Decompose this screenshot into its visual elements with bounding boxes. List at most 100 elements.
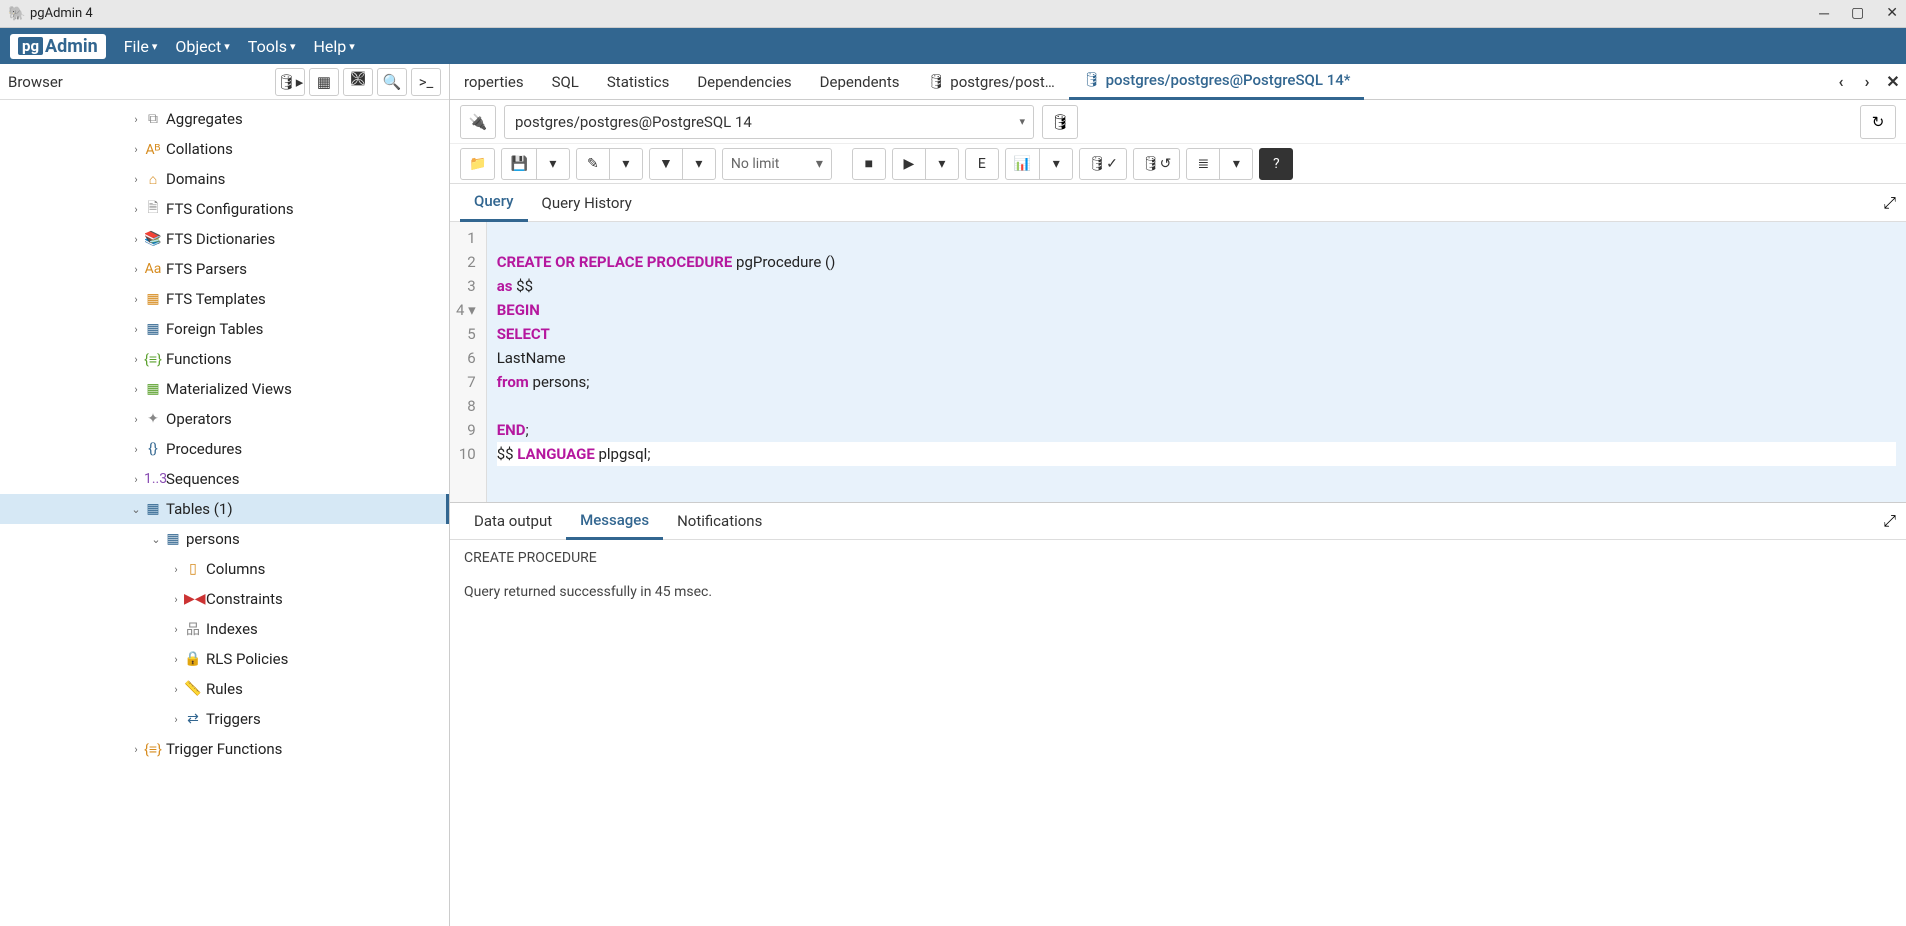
expand-icon[interactable]: ⤢ <box>1883 193 1896 213</box>
tab-query-history[interactable]: Query History <box>528 184 646 222</box>
main-tab[interactable]: roperties <box>450 64 538 100</box>
code-body[interactable]: CREATE OR REPLACE PROCEDURE pgProcedure … <box>487 222 1906 502</box>
reset-button[interactable]: ↻ <box>1860 105 1896 139</box>
tree-item[interactable]: ›{≡}Trigger Functions <box>0 734 449 764</box>
menu-file[interactable]: File▾ <box>124 37 158 56</box>
limit-select[interactable]: No limit▾ <box>722 148 832 180</box>
main-tab[interactable]: Dependents <box>806 64 914 100</box>
tree-chevron-icon: › <box>168 653 184 666</box>
query-toolbar: 📁 💾 ▾ ✎ ▾ ▼ ▾ No limit▾ ■ ▶ ▾ E 📊 <box>450 144 1906 184</box>
code-line[interactable]: LastName <box>497 346 1896 370</box>
filter-dropdown[interactable]: ▾ <box>682 148 716 180</box>
tree-node-icon: ▦ <box>144 321 162 337</box>
commit-button[interactable]: 🛢✓ <box>1079 148 1127 180</box>
tree-node-label: FTS Parsers <box>166 260 247 278</box>
menu-tools[interactable]: Tools▾ <box>248 37 296 56</box>
code-line[interactable]: END; <box>497 418 1896 442</box>
code-line[interactable]: CREATE OR REPLACE PROCEDURE pgProcedure … <box>497 250 1896 274</box>
rollback-button[interactable]: 🛢↺ <box>1133 148 1181 180</box>
tree-node-icon: ▦ <box>144 501 162 517</box>
main-tab[interactable]: 🛢postgres/postgres@PostgreSQL 14* <box>1069 64 1365 100</box>
tree-item[interactable]: ›▦FTS Templates <box>0 284 449 314</box>
tree-item[interactable]: ⌄▦Tables (1) <box>0 494 449 524</box>
tree-item[interactable]: ›📚FTS Dictionaries <box>0 224 449 254</box>
close-button[interactable]: ✕ <box>1886 5 1898 22</box>
main-tab[interactable]: Statistics <box>593 64 683 100</box>
grid-icon-button[interactable]: ▦ <box>309 68 339 96</box>
tree-item[interactable]: ›▦Foreign Tables <box>0 314 449 344</box>
tree-item[interactable]: ›{}Procedures <box>0 434 449 464</box>
tab-label: Dependencies <box>697 73 791 91</box>
tree-item[interactable]: ›⇄Triggers <box>0 704 449 734</box>
code-line[interactable]: BEGIN <box>497 298 1896 322</box>
connection-status-icon[interactable]: 🔌 <box>460 105 496 139</box>
open-file-button[interactable]: 📁 <box>460 148 495 180</box>
code-line[interactable]: as $$ <box>497 274 1896 298</box>
browser-title: Browser <box>8 73 271 91</box>
filter-button[interactable]: ▼ <box>649 148 683 180</box>
tab-prev-button[interactable]: ‹ <box>1828 72 1854 91</box>
menu-help[interactable]: Help▾ <box>314 37 355 56</box>
line-gutter: 1234 ▾5678910 <box>450 222 487 502</box>
tab-query[interactable]: Query <box>460 184 528 222</box>
tab-close-button[interactable]: ✕ <box>1880 72 1906 91</box>
save-button[interactable]: 💾 <box>501 148 536 180</box>
code-line[interactable]: SELECT <box>497 322 1896 346</box>
code-editor[interactable]: 1234 ▾5678910 CREATE OR REPLACE PROCEDUR… <box>450 222 1906 502</box>
maximize-button[interactable]: ▢ <box>1851 5 1864 22</box>
tree-item[interactable]: ›▯Columns <box>0 554 449 584</box>
edit-dropdown[interactable]: ▾ <box>609 148 643 180</box>
tab-label: roperties <box>464 73 524 91</box>
tree-item[interactable]: ›🔒RLS Policies <box>0 644 449 674</box>
search-button[interactable]: 🔍 <box>377 68 407 96</box>
code-line[interactable] <box>497 394 1896 418</box>
tree-chevron-icon: › <box>168 593 184 606</box>
macros-dropdown[interactable]: ▾ <box>1219 148 1253 180</box>
tree-item[interactable]: ›⧉Aggregates <box>0 104 449 134</box>
menu-object[interactable]: Object▾ <box>175 37 229 56</box>
code-line[interactable]: from persons; <box>497 370 1896 394</box>
db-icon-button[interactable]: 🛢▸ <box>275 68 305 96</box>
code-line[interactable] <box>497 226 1896 250</box>
tree-item[interactable]: ›⌂Domains <box>0 164 449 194</box>
chevron-down-icon: ▾ <box>224 40 230 53</box>
tree-item[interactable]: ›✦Operators <box>0 404 449 434</box>
macros-button[interactable]: ≣ <box>1186 148 1220 180</box>
stop-button[interactable]: ■ <box>852 148 886 180</box>
tree-item[interactable]: ›AaFTS Parsers <box>0 254 449 284</box>
tab-messages[interactable]: Messages <box>566 502 663 540</box>
tree-node-label: Aggregates <box>166 110 243 128</box>
main-tab[interactable]: 🛢postgres/post… <box>913 64 1068 100</box>
tree-item[interactable]: ›{≡}Functions <box>0 344 449 374</box>
terminal-button[interactable]: >_ <box>411 68 441 96</box>
edit-button[interactable]: ✎ <box>576 148 610 180</box>
execute-button[interactable]: ▶ <box>892 148 926 180</box>
expand-icon[interactable]: ⤢ <box>1883 511 1896 531</box>
object-tree[interactable]: ›⧉Aggregates›AᴮCollations›⌂Domains›🗎FTS … <box>0 100 449 926</box>
execute-dropdown[interactable]: ▾ <box>925 148 959 180</box>
main-tab[interactable]: Dependencies <box>683 64 805 100</box>
tree-item[interactable]: ›品Indexes <box>0 614 449 644</box>
new-connection-button[interactable]: 🛢 <box>1042 105 1078 139</box>
help-button[interactable]: ? <box>1259 148 1293 180</box>
tree-item[interactable]: ⌄▦persons <box>0 524 449 554</box>
tab-next-button[interactable]: › <box>1854 72 1880 91</box>
code-line[interactable]: $$ LANGUAGE plpgsql; <box>497 442 1896 466</box>
chevron-down-icon: ▾ <box>152 40 158 53</box>
analyze-button[interactable]: 📊 <box>1005 148 1040 180</box>
explain-button[interactable]: E <box>965 148 999 180</box>
main-tab[interactable]: SQL <box>538 64 593 100</box>
tab-data-output[interactable]: Data output <box>460 502 566 540</box>
tree-item[interactable]: ›▶◀Constraints <box>0 584 449 614</box>
connection-select[interactable]: postgres/postgres@PostgreSQL 14 ▾ <box>504 105 1034 139</box>
tree-item[interactable]: ›📏Rules <box>0 674 449 704</box>
tab-notifications[interactable]: Notifications <box>663 502 776 540</box>
analyze-dropdown[interactable]: ▾ <box>1039 148 1073 180</box>
funnel-icon-button[interactable]: 🙫 <box>343 68 373 96</box>
tree-item[interactable]: ›AᴮCollations <box>0 134 449 164</box>
tree-item[interactable]: ›▦Materialized Views <box>0 374 449 404</box>
minimize-button[interactable]: ─ <box>1819 5 1829 22</box>
tree-item[interactable]: ›🗎FTS Configurations <box>0 194 449 224</box>
tree-item[interactable]: ›1..3Sequences <box>0 464 449 494</box>
save-dropdown[interactable]: ▾ <box>536 148 570 180</box>
